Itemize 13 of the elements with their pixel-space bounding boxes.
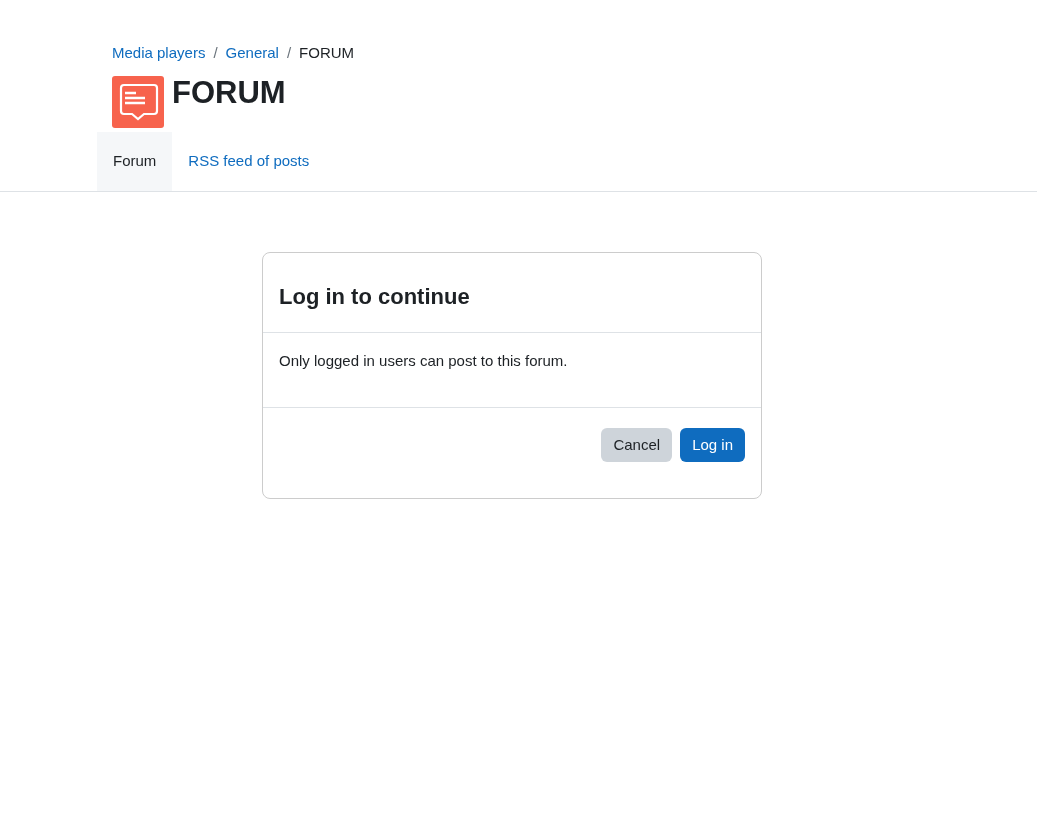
cancel-button[interactable]: Cancel	[601, 427, 673, 463]
breadcrumb-link[interactable]: General	[225, 41, 279, 65]
breadcrumb-separator: /	[213, 42, 218, 63]
tab[interactable]: RSS feed of posts	[172, 132, 326, 191]
page-title: FORUM	[172, 76, 286, 112]
dialog-message: Only logged in users can post to this forum.	[279, 351, 569, 372]
tab[interactable]: Forum	[97, 132, 173, 191]
dialog-title: Log in to continue	[279, 284, 471, 311]
breadcrumb-link[interactable]: Media players	[112, 41, 206, 65]
forum-icon	[112, 76, 164, 128]
login-button[interactable]: Log in	[680, 427, 745, 463]
breadcrumb-current: FORUM	[299, 42, 355, 63]
breadcrumb-separator: /	[286, 42, 292, 63]
